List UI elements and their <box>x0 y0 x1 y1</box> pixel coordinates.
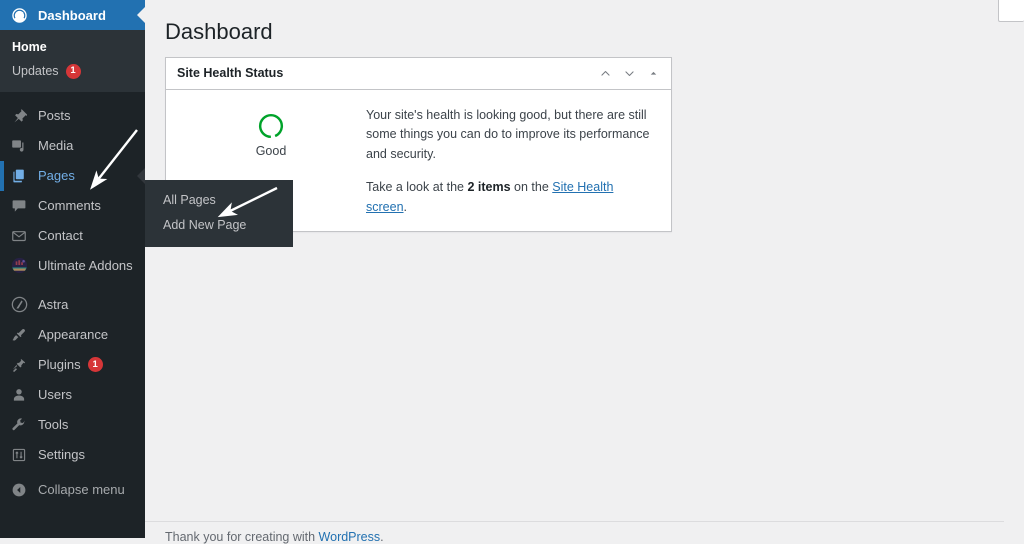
updates-count-badge: 1 <box>65 63 81 79</box>
health-line2-prefix: Take a look at the <box>366 180 468 195</box>
sidebar-item-posts[interactable]: Posts <box>0 101 145 131</box>
health-item-count: 2 items <box>467 180 511 195</box>
sidebar-item-label: Appearance <box>38 327 109 342</box>
sidebar-item-comments[interactable]: Comments <box>0 191 145 221</box>
astra-icon <box>9 295 29 315</box>
sidebar-item-label: Comments <box>38 198 101 213</box>
admin-sidebar: Dashboard Home Updates 1 Posts Media Pag… <box>0 0 145 538</box>
menu-separator <box>0 281 145 290</box>
sidebar-item-ultimate-addons[interactable]: Ultimate Addons <box>0 251 145 281</box>
sidebar-item-astra[interactable]: Astra <box>0 290 145 320</box>
health-description: Your site's health is looking good, but … <box>366 104 657 217</box>
page-title: Dashboard <box>165 19 273 44</box>
footer-text: Thank you for creating with <box>165 530 319 544</box>
submenu-item-label: All Pages <box>163 193 216 207</box>
sidebar-item-label: Tools <box>38 417 69 432</box>
sidebar-item-tools[interactable]: Tools <box>0 410 145 440</box>
sidebar-item-media[interactable]: Media <box>0 131 145 161</box>
sidebar-item-label: Astra <box>38 297 69 312</box>
pin-icon <box>9 106 29 126</box>
panel-title: Site Health Status <box>177 66 284 81</box>
sidebar-item-appearance[interactable]: Appearance <box>0 320 145 350</box>
wrench-icon <box>9 415 29 435</box>
sidebar-item-pages[interactable]: Pages <box>0 160 145 191</box>
sidebar-item-plugins[interactable]: Plugins 1 <box>0 350 145 380</box>
sidebar-item-label: Pages <box>38 168 75 183</box>
submenu-item-label: Add New Page <box>163 217 247 232</box>
health-line2-suffix: . <box>403 199 408 214</box>
move-up-icon[interactable] <box>593 61 617 87</box>
health-paragraph-2: Take a look at the 2 items on the Site H… <box>366 178 657 217</box>
submenu-item-updates[interactable]: Updates 1 <box>0 59 145 84</box>
submenu-item-add-new-page[interactable]: Add New Page <box>145 213 293 238</box>
move-down-icon[interactable] <box>617 61 641 87</box>
sidebar-item-label: Contact <box>38 228 83 243</box>
submenu-item-label: Updates <box>12 63 59 78</box>
submenu-item-all-pages[interactable]: All Pages <box>145 188 293 213</box>
collapse-menu-label: Collapse menu <box>38 482 125 497</box>
sidebar-item-label: Ultimate Addons <box>38 258 133 273</box>
sidebar-item-label: Media <box>38 138 74 153</box>
sidebar-item-users[interactable]: Users <box>0 380 145 410</box>
pages-icon <box>9 166 29 186</box>
health-paragraph-1: Your site's health is looking good, but … <box>366 108 650 161</box>
footer-suffix: . <box>380 530 384 544</box>
envelope-icon <box>9 226 29 246</box>
uael-icon <box>9 256 29 276</box>
plugin-icon <box>9 355 29 375</box>
settings-icon <box>9 445 29 465</box>
collapse-menu-button[interactable]: Collapse menu <box>0 475 145 505</box>
sidebar-item-label: Settings <box>38 447 85 462</box>
health-donut-icon <box>258 113 284 139</box>
panel-controls <box>593 61 671 87</box>
media-icon <box>9 136 29 156</box>
pages-flyout-submenu: All Pages Add New Page <box>145 180 293 247</box>
sidebar-item-label: Users <box>38 387 72 402</box>
sidebar-item-label: Dashboard <box>38 7 106 23</box>
health-line2-middle: on the <box>510 180 553 195</box>
top-right-panel-sliver <box>998 0 1024 22</box>
menu-separator <box>0 92 145 101</box>
comment-icon <box>9 196 29 216</box>
wordpress-link[interactable]: WordPress <box>319 530 381 544</box>
collapse-arrow-icon <box>9 480 29 500</box>
main-content: Dashboard Site Health Status Good Your s… <box>145 0 1024 544</box>
brush-icon <box>9 325 29 345</box>
panel-header: Site Health Status <box>166 58 671 90</box>
dashboard-submenu: Home Updates 1 <box>0 30 145 92</box>
sidebar-item-contact[interactable]: Contact <box>0 221 145 251</box>
toggle-panel-icon[interactable] <box>641 61 665 87</box>
user-icon <box>9 385 29 405</box>
sidebar-item-label: Posts <box>38 108 71 123</box>
submenu-item-label: Home <box>12 40 47 54</box>
admin-footer: Thank you for creating with WordPress. <box>145 521 1004 544</box>
dashboard-icon <box>9 5 29 25</box>
plugins-count-badge: 1 <box>87 357 103 372</box>
sidebar-item-label: Plugins <box>38 357 81 372</box>
sidebar-item-settings[interactable]: Settings <box>0 440 145 470</box>
health-status-label: Good <box>255 144 287 158</box>
submenu-item-home[interactable]: Home <box>0 36 145 59</box>
sidebar-item-dashboard[interactable]: Dashboard <box>0 0 145 30</box>
